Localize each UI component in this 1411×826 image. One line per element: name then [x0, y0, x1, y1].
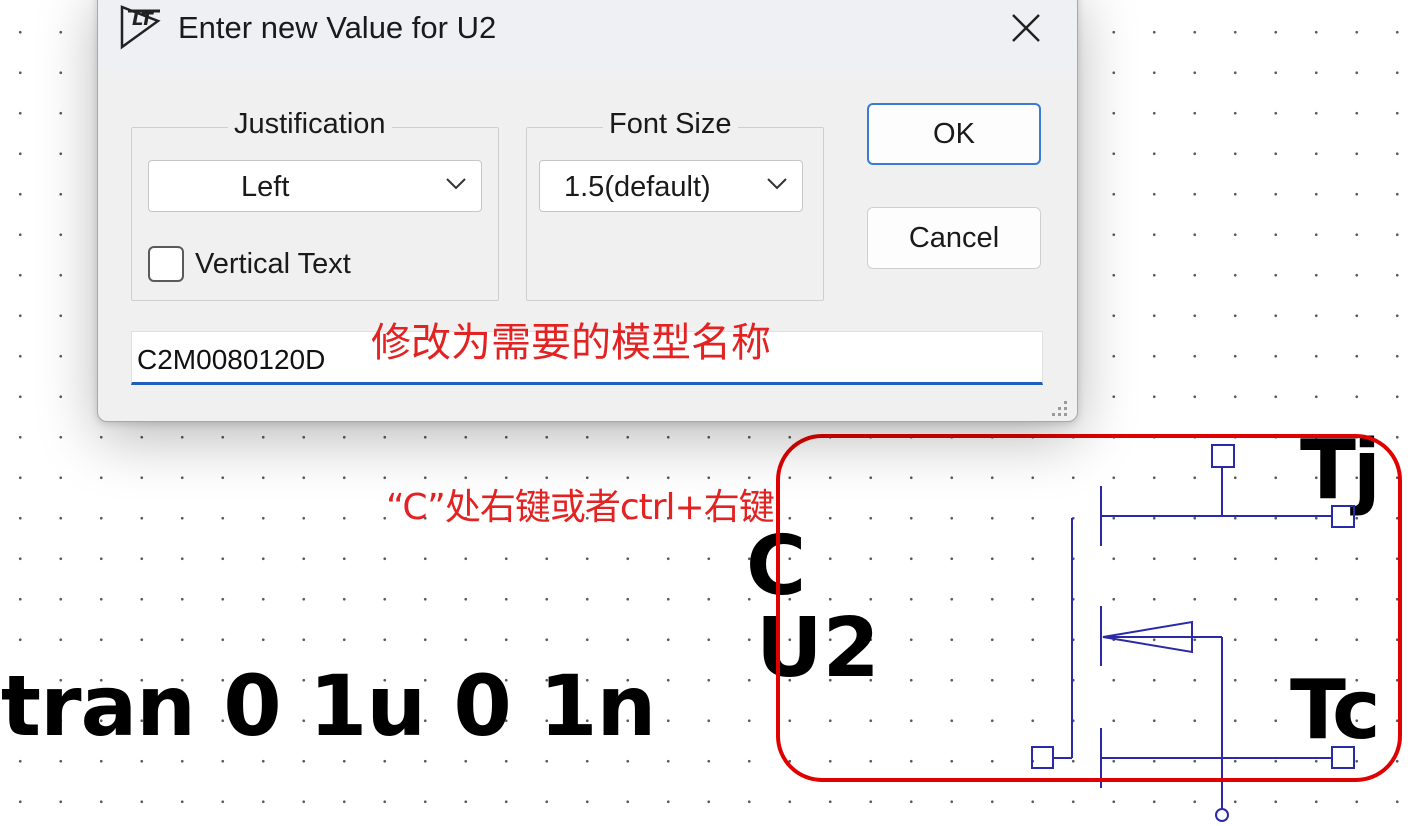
ok-button[interactable]: OK — [867, 103, 1041, 165]
justification-select[interactable]: Left — [148, 160, 482, 212]
justification-label: Justification — [228, 108, 392, 141]
dialog-title: Enter new Value for U2 — [178, 10, 497, 45]
dialog-titlebar[interactable]: LT Enter new Value for U2 — [98, 0, 1077, 73]
pin-tj — [1211, 444, 1235, 468]
highlight-box — [776, 434, 1402, 782]
justification-value: Left — [241, 171, 290, 203]
close-icon[interactable] — [991, 5, 1063, 55]
pin-tc — [1331, 746, 1355, 769]
pin-drain — [1331, 505, 1355, 528]
annotation-click-hint: “C”处右键或者ctrl+右键 — [386, 487, 775, 528]
value-input-text: C2M0080120D — [137, 344, 326, 375]
enter-value-dialog: LT Enter new Value for U2 Justification … — [97, 0, 1078, 422]
font-size-select[interactable]: 1.5(default) — [539, 160, 803, 212]
lt-logo-icon: LT — [120, 5, 161, 50]
font-size-group: Font Size 1.5(default) — [526, 108, 824, 301]
resize-grip-icon[interactable] — [1048, 397, 1070, 419]
vertical-text-label[interactable]: Vertical Text — [195, 248, 351, 281]
chevron-down-icon — [446, 178, 466, 190]
justification-group: Justification Left Vertical Text — [131, 108, 499, 301]
pin-bottom — [1215, 808, 1229, 822]
chevron-down-icon — [767, 178, 787, 190]
pin-gate — [1031, 746, 1054, 769]
font-size-value: 1.5(default) — [564, 171, 711, 203]
vertical-text-checkbox[interactable] — [148, 246, 184, 282]
cancel-button[interactable]: Cancel — [867, 207, 1041, 269]
font-size-label: Font Size — [603, 108, 738, 141]
annotation-model-hint: 修改为需要的模型名称 — [371, 320, 771, 366]
mosfet-symbol[interactable] — [1031, 444, 1355, 822]
